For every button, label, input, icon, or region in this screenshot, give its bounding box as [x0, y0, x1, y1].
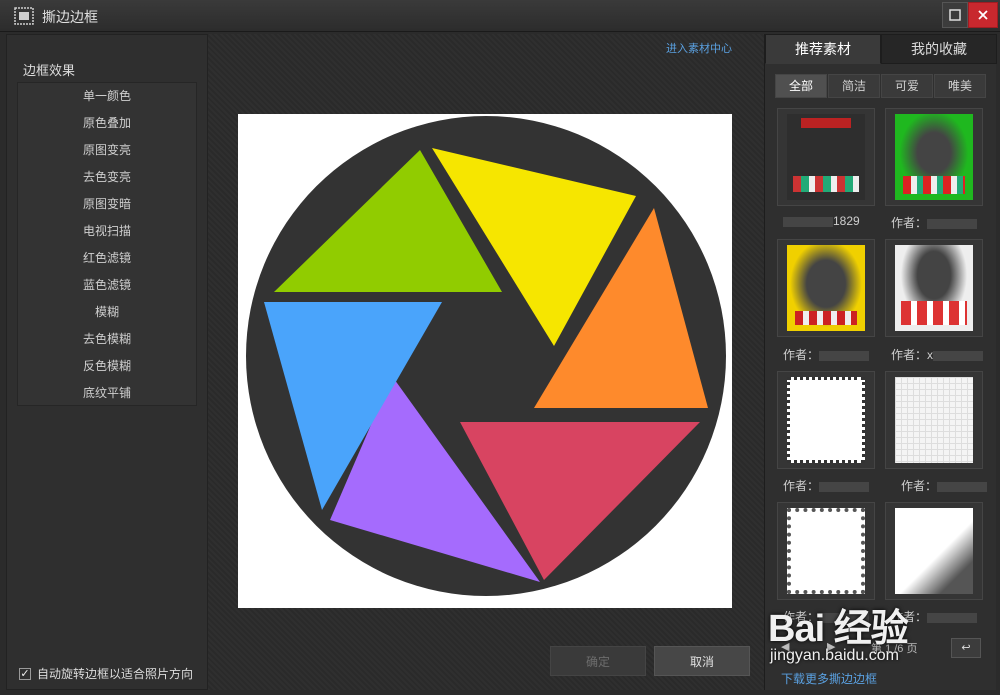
filter-beautiful[interactable]: 唯美 [934, 74, 986, 98]
effects-panel: 边框效果 单一颜色 原色叠加 原图变亮 去色变亮 原图变暗 电视扫描 红色滤镜 … [6, 34, 208, 690]
effect-item[interactable]: 底纹平铺 [18, 380, 196, 407]
effect-item[interactable]: 去色模糊 [18, 326, 196, 353]
effect-item[interactable]: 去色变亮 [18, 164, 196, 191]
frame-icon [14, 7, 34, 25]
preview-image [238, 114, 732, 608]
effect-item[interactable]: 单一颜色 [18, 83, 196, 110]
confirm-button[interactable]: 确定 [550, 646, 646, 676]
auto-rotate-label: 自动旋转边框以适合照片方向 [37, 667, 194, 681]
effect-item[interactable]: 蓝色滤镜 [18, 272, 196, 299]
effect-item[interactable]: 反色模糊 [18, 353, 196, 380]
watermark-url: jingyan.baidu.com [770, 647, 899, 664]
thumbnail-author: 作者：x [891, 346, 1000, 363]
frame-thumbnail[interactable] [885, 108, 983, 206]
frame-thumbnail[interactable] [885, 371, 983, 469]
cancel-button[interactable]: 取消 [654, 646, 750, 676]
frame-thumbnail[interactable] [777, 371, 875, 469]
material-tabs: 推荐素材 我的收藏 [765, 34, 997, 64]
aperture-logo [246, 116, 726, 596]
window-title: 撕边边框 [42, 9, 98, 25]
preview-area: 进入素材中心 确定 取消 [208, 34, 764, 690]
thumbnail-author: 作者： [891, 214, 1000, 231]
watermark-logo: Bai 经验 [768, 608, 909, 650]
category-filters: 全部 简洁 可爱 唯美 [775, 74, 987, 98]
effects-list: 单一颜色 原色叠加 原图变亮 去色变亮 原图变暗 电视扫描 红色滤镜 蓝色滤镜 … [17, 82, 197, 406]
effect-item[interactable]: 原图变暗 [18, 191, 196, 218]
auto-rotate-checkbox[interactable]: ✓ [19, 667, 31, 680]
material-center-link[interactable]: 进入素材中心 [666, 40, 732, 56]
effect-item[interactable]: 原图变亮 [18, 137, 196, 164]
filter-cute[interactable]: 可爱 [881, 74, 933, 98]
effect-item[interactable]: 原色叠加 [18, 110, 196, 137]
effects-heading: 边框效果 [23, 63, 76, 78]
frame-thumbnail[interactable] [777, 239, 875, 337]
auto-rotate-option[interactable]: ✓ 自动旋转边框以适合照片方向 [19, 665, 193, 682]
effect-item[interactable]: 红色滤镜 [18, 245, 196, 272]
close-icon [978, 10, 988, 20]
filter-simple[interactable]: 简洁 [828, 74, 880, 98]
thumbnail-author: 作者： [783, 477, 893, 494]
effect-item[interactable]: 电视扫描 [18, 218, 196, 245]
thumbnail-author: 作者： [783, 346, 893, 363]
title-bar: 撕边边框 [0, 0, 1000, 32]
filter-all[interactable]: 全部 [775, 74, 827, 98]
tab-favorites[interactable]: 我的收藏 [881, 34, 997, 64]
maximize-button[interactable] [942, 2, 968, 28]
thumbnail-author: 作者： [901, 477, 1000, 494]
thumbnail-author: 1829 [783, 214, 893, 228]
frame-thumbnail[interactable] [885, 239, 983, 337]
baidu-watermark: Bai 经验 jingyan.baidu.com [768, 585, 968, 695]
frame-thumbnail[interactable] [777, 108, 875, 206]
maximize-icon [949, 9, 961, 21]
tab-recommended[interactable]: 推荐素材 [765, 34, 881, 64]
close-button[interactable] [968, 2, 998, 28]
effect-item[interactable]: 模糊 [18, 299, 196, 326]
